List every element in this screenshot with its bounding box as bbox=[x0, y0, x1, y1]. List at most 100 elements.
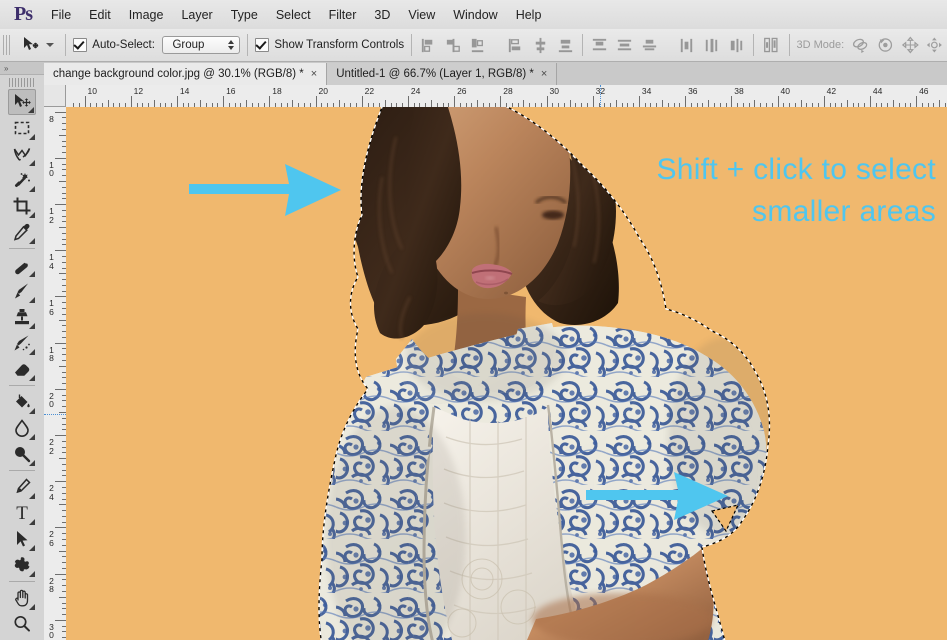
type-tool-icon: T bbox=[16, 502, 28, 524]
rectangular-marquee-tool[interactable] bbox=[8, 115, 36, 141]
tool-flyout-triangle-icon[interactable] bbox=[29, 434, 35, 440]
clone-stamp-tool[interactable] bbox=[8, 304, 36, 330]
eraser-tool[interactable] bbox=[8, 356, 36, 382]
custom-shape-tool[interactable] bbox=[8, 552, 36, 578]
tool-flyout-triangle-icon[interactable] bbox=[29, 604, 35, 610]
tool-flyout-triangle-icon[interactable] bbox=[29, 297, 35, 303]
ruler-tick bbox=[638, 96, 640, 107]
move-tool[interactable] bbox=[8, 89, 36, 115]
align-left-edges-icon[interactable] bbox=[419, 36, 438, 55]
menu-window[interactable]: Window bbox=[444, 4, 506, 26]
distribute-vertical-centers-icon[interactable] bbox=[615, 36, 634, 55]
close-icon[interactable]: × bbox=[541, 68, 547, 80]
spot-healing-brush-tool[interactable] bbox=[8, 252, 36, 278]
stepper-arrows-icon[interactable] bbox=[228, 40, 235, 50]
distribute-right-edges-icon[interactable] bbox=[727, 36, 746, 55]
auto-align-layers-icon[interactable] bbox=[761, 35, 782, 55]
align-vertical-centers-icon[interactable] bbox=[531, 36, 550, 55]
tool-flyout-triangle-icon[interactable] bbox=[29, 545, 35, 551]
distribute-left-edges-icon[interactable] bbox=[677, 36, 696, 55]
align-horizontal-centers-icon[interactable] bbox=[444, 36, 463, 55]
ruler-tick bbox=[754, 100, 756, 107]
tool-flyout-triangle-icon[interactable] bbox=[29, 271, 35, 277]
menu-filter[interactable]: Filter bbox=[320, 4, 366, 26]
ruler-origin-corner[interactable] bbox=[44, 85, 66, 107]
ruler-tick bbox=[315, 96, 317, 107]
distribute-horizontal-centers-icon[interactable] bbox=[702, 36, 721, 55]
eyedropper-tool[interactable] bbox=[8, 219, 36, 245]
tool-flyout-triangle-icon[interactable] bbox=[29, 323, 35, 329]
tool-flyout-triangle-icon[interactable] bbox=[29, 493, 35, 499]
tool-divider bbox=[9, 385, 35, 386]
brush-tool[interactable] bbox=[8, 278, 36, 304]
menu-view[interactable]: View bbox=[399, 4, 444, 26]
tool-flyout-triangle-icon[interactable] bbox=[29, 134, 35, 140]
tool-flyout-triangle-icon[interactable] bbox=[29, 408, 35, 414]
menu-image[interactable]: Image bbox=[120, 4, 173, 26]
align-top-edges-icon[interactable] bbox=[506, 36, 525, 55]
tool-flyout-triangle-icon[interactable] bbox=[29, 212, 35, 218]
hand-tool[interactable] bbox=[8, 585, 36, 611]
auto-select-checkmark-icon[interactable] bbox=[73, 38, 88, 52]
tool-preset-chevron-down-icon[interactable] bbox=[46, 43, 55, 47]
magic-wand-tool[interactable] bbox=[8, 167, 36, 193]
tool-flyout-triangle-icon[interactable] bbox=[28, 107, 34, 113]
menu-help[interactable]: Help bbox=[507, 4, 551, 26]
tool-flyout-triangle-icon[interactable] bbox=[29, 460, 35, 466]
horizontal-type-tool[interactable]: T bbox=[8, 500, 36, 526]
lasso-tool[interactable] bbox=[8, 141, 36, 167]
tools-panel-collapse-button[interactable]: » bbox=[0, 62, 44, 75]
close-icon[interactable]: × bbox=[311, 68, 317, 80]
tool-flyout-triangle-icon[interactable] bbox=[29, 349, 35, 355]
rotate-3d-object-icon[interactable] bbox=[851, 35, 870, 55]
tool-flyout-triangle-icon[interactable] bbox=[29, 571, 35, 577]
crop-tool[interactable] bbox=[8, 193, 36, 219]
blur-tool[interactable] bbox=[8, 415, 36, 441]
menu-select[interactable]: Select bbox=[267, 4, 320, 26]
menu-edit[interactable]: Edit bbox=[80, 4, 120, 26]
ruler-tick bbox=[823, 96, 825, 107]
distribute-top-edges-icon[interactable] bbox=[590, 36, 609, 55]
align-right-edges-icon[interactable] bbox=[469, 36, 488, 55]
auto-select-scope-value: Group bbox=[172, 39, 205, 51]
ruler-label: 26 bbox=[457, 86, 467, 96]
tools-panel-grip[interactable] bbox=[9, 78, 35, 87]
pan-3d-object-icon[interactable] bbox=[901, 35, 920, 55]
document-tab-change-background-color[interactable]: change background color.jpg @ 30.1% (RGB… bbox=[44, 63, 328, 85]
current-tool-preset-picker[interactable] bbox=[17, 33, 58, 57]
align-bottom-edges-icon[interactable] bbox=[556, 36, 575, 55]
tool-flyout-triangle-icon[interactable] bbox=[29, 186, 35, 192]
image-canvas[interactable]: Shift + click to select smaller areas bbox=[66, 107, 947, 640]
ruler-tick bbox=[500, 96, 502, 107]
vertical-ruler[interactable]: 8 1 0 1 2 1 4 1 6 1 8 2 0 2 2 2 4 2 6 2 8 3 0 bbox=[44, 107, 67, 640]
dodge-tool[interactable] bbox=[8, 441, 36, 467]
path-selection-tool[interactable] bbox=[8, 526, 36, 552]
ruler-tick bbox=[107, 100, 109, 107]
show-transform-checkmark-icon[interactable] bbox=[255, 38, 270, 52]
distribute-bottom-edges-icon[interactable] bbox=[640, 36, 659, 55]
ruler-label: 38 bbox=[734, 86, 744, 96]
menu-layer[interactable]: Layer bbox=[172, 4, 221, 26]
document-tab-untitled-1[interactable]: Untitled-1 @ 66.7% (Layer 1, RGB/8) * × bbox=[327, 63, 558, 85]
menu-type[interactable]: Type bbox=[222, 4, 267, 26]
menu-3d[interactable]: 3D bbox=[365, 4, 399, 26]
paint-bucket-tool[interactable] bbox=[8, 389, 36, 415]
menu-file[interactable]: File bbox=[42, 4, 80, 26]
history-brush-tool[interactable] bbox=[8, 330, 36, 356]
divider bbox=[65, 34, 67, 56]
show-transform-controls-checkbox[interactable]: Show Transform Controls bbox=[255, 38, 404, 52]
pen-tool[interactable] bbox=[8, 474, 36, 500]
zoom-tool[interactable] bbox=[8, 611, 36, 637]
tool-flyout-triangle-icon[interactable] bbox=[29, 238, 35, 244]
auto-select-checkbox[interactable]: Auto-Select: bbox=[73, 38, 155, 52]
slide-3d-object-icon[interactable] bbox=[925, 35, 944, 55]
ruler-tick bbox=[153, 100, 155, 107]
options-bar-grip[interactable] bbox=[3, 35, 13, 55]
ruler-label: 1 2 bbox=[49, 206, 54, 225]
auto-select-scope-dropdown[interactable]: Group bbox=[162, 36, 241, 54]
roll-3d-object-icon[interactable] bbox=[876, 35, 895, 55]
tool-flyout-triangle-icon[interactable] bbox=[29, 160, 35, 166]
tool-flyout-triangle-icon[interactable] bbox=[29, 519, 35, 525]
horizontal-ruler[interactable]: 10 12 14 16 18 20 22 24 26 28 30 32 34 36 38 40 42 44 46 bbox=[66, 85, 947, 108]
tool-flyout-triangle-icon[interactable] bbox=[29, 375, 35, 381]
